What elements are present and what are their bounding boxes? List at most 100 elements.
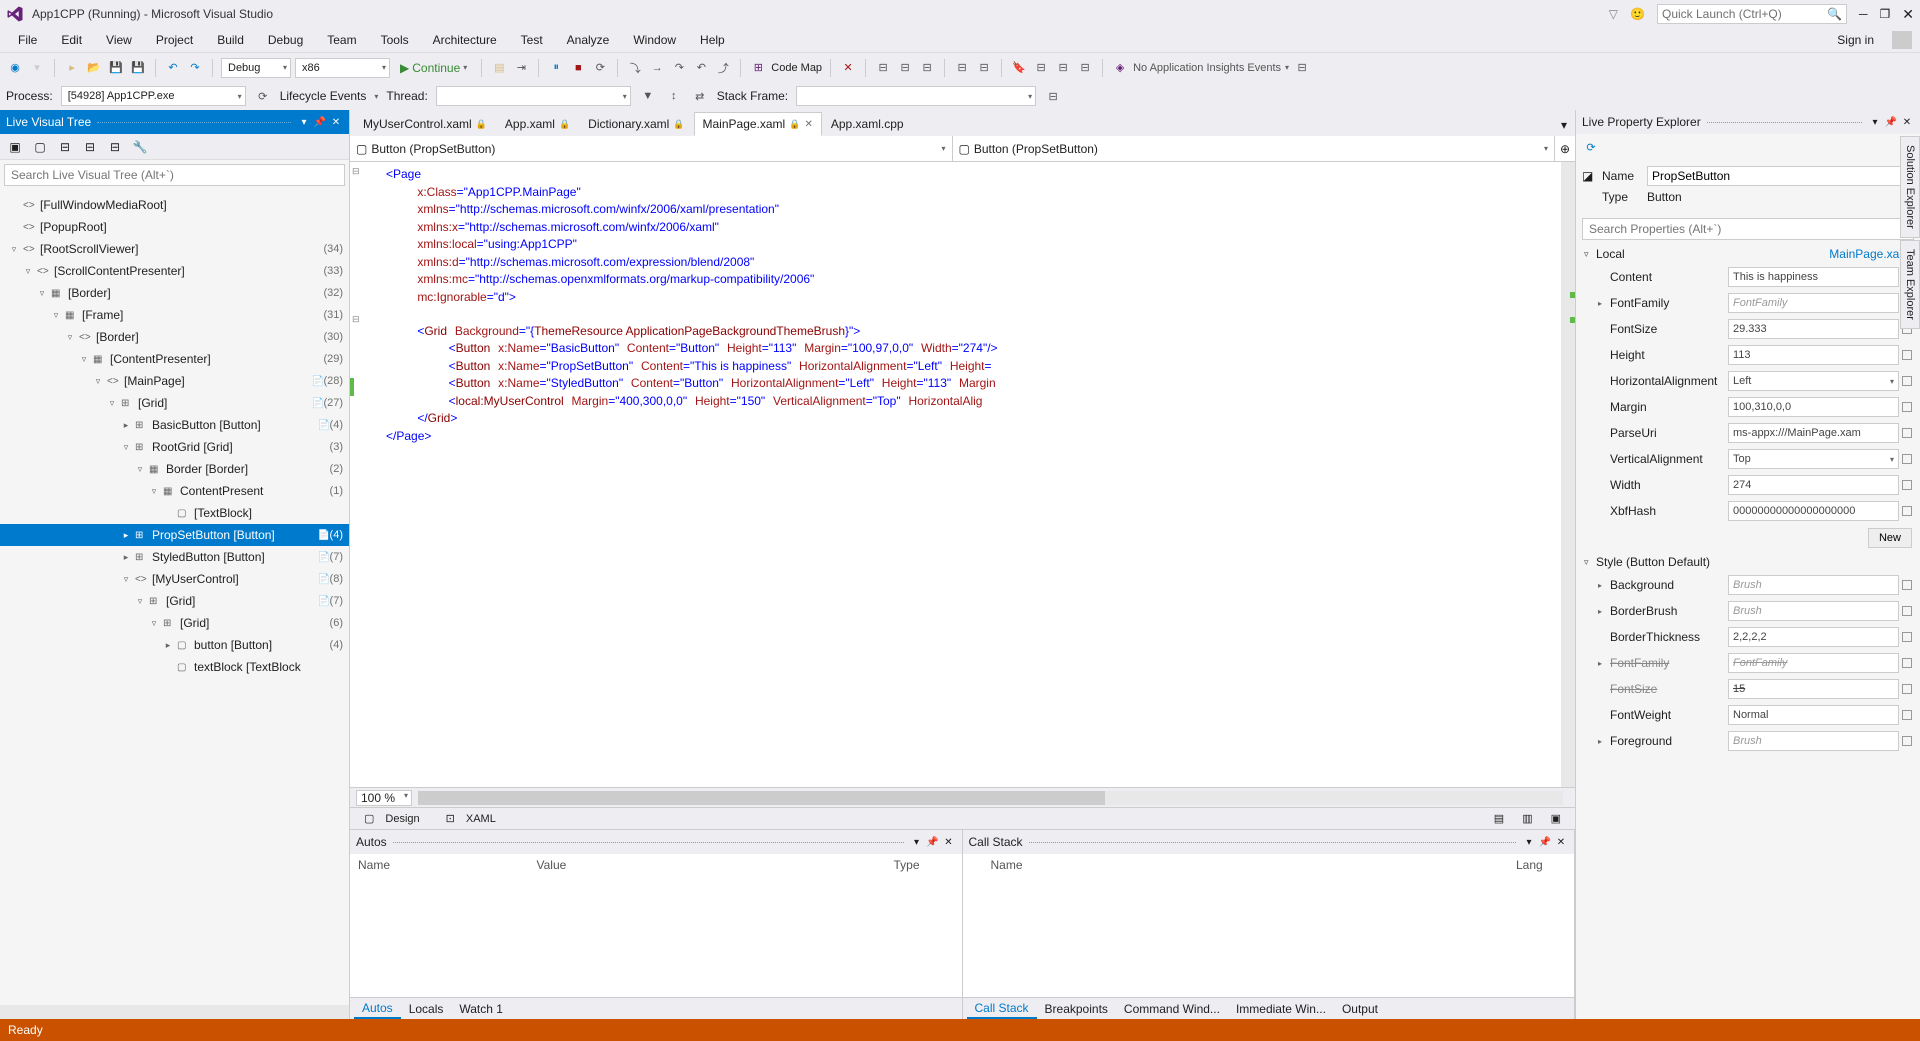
prop-row[interactable]: FontSize15 — [1580, 676, 1916, 702]
pin-icon[interactable]: 📌 — [1538, 835, 1552, 849]
close-panel-icon[interactable]: ✕ — [1554, 835, 1568, 849]
pause2-icon[interactable]: ⇥ — [512, 59, 530, 77]
tree-row[interactable]: ▿⊞RootGrid [Grid](3) — [0, 436, 349, 458]
saveall-icon[interactable]: 💾 — [129, 59, 147, 77]
tree-row[interactable]: ▿<>[ScrollContentPresenter](33) — [0, 260, 349, 282]
insights-label[interactable]: No Application Insights Events — [1133, 62, 1281, 74]
redo-icon[interactable]: ↷ — [186, 59, 204, 77]
tree-row[interactable]: ▸▢button [Button](4) — [0, 634, 349, 656]
tree-row[interactable]: ▿▦ContentPresent(1) — [0, 480, 349, 502]
lpe-properties[interactable]: ▿LocalMainPage.xamlContentThis is happin… — [1576, 244, 1920, 1019]
tree-row[interactable]: <>[FullWindowMediaRoot] — [0, 194, 349, 216]
tree-row[interactable]: ▿<>[MyUserControl]📄(8) — [0, 568, 349, 590]
restore-icon[interactable]: ❐ — [1880, 7, 1891, 21]
t3-icon[interactable]: ⊟ — [918, 59, 936, 77]
cycle-icon[interactable]: ⟳ — [254, 87, 272, 105]
lpe-search-input[interactable] — [1582, 218, 1914, 240]
tree-row[interactable]: ▿<>[RootScrollViewer](34) — [0, 238, 349, 260]
callstack-body[interactable] — [963, 876, 1575, 997]
user-icon[interactable] — [1892, 31, 1912, 49]
t8-icon[interactable]: ⊟ — [1076, 59, 1094, 77]
prop-row[interactable]: ▸FontFamilyFontFamily — [1580, 650, 1916, 676]
codemap-icon[interactable]: ⊞ — [749, 59, 767, 77]
pin-icon[interactable]: 📌 — [1884, 115, 1898, 129]
nav-left-dropdown[interactable]: ▢Button (PropSetButton) — [350, 136, 953, 161]
code-content[interactable]: <Page x:Class="App1CPP.MainPage" xmlns="… — [380, 162, 1561, 787]
h-scrollbar[interactable] — [418, 791, 1563, 805]
editor-tab[interactable]: MyUserControl.xaml🔒 — [354, 112, 496, 136]
autos-header[interactable]: Autos ▾📌✕ — [350, 830, 962, 854]
locals-tab[interactable]: Locals — [401, 1000, 452, 1018]
team-explorer-tab[interactable]: Team Explorer — [1900, 240, 1920, 329]
t7-icon[interactable]: ⊟ — [1054, 59, 1072, 77]
prop-row[interactable]: Height113 — [1580, 342, 1916, 368]
dropdown-icon[interactable]: ▾ — [910, 835, 924, 849]
tf1-icon[interactable]: ▼ — [639, 87, 657, 105]
t6-icon[interactable]: ⊟ — [1032, 59, 1050, 77]
dropdown-icon[interactable]: ▾ — [1868, 115, 1882, 129]
menu-view[interactable]: View — [96, 31, 142, 49]
callstack-header[interactable]: Call Stack ▾📌✕ — [963, 830, 1575, 854]
config-dropdown[interactable]: Debug — [221, 58, 291, 78]
prop-row[interactable]: ParseUrims-appx:///MainPage.xam — [1580, 420, 1916, 446]
tree-row[interactable]: ▿⊞[Grid](6) — [0, 612, 349, 634]
insights-icon[interactable]: ◈ — [1111, 59, 1129, 77]
quick-launch-input[interactable]: Quick Launch (Ctrl+Q)🔍 — [1657, 4, 1847, 24]
lvt-search-input[interactable] — [4, 164, 345, 186]
lifecycle-label[interactable]: Lifecycle Events — [280, 89, 367, 103]
prop-row[interactable]: ▸BackgroundBrush — [1580, 572, 1916, 598]
lvt-tree[interactable]: <>[FullWindowMediaRoot]<>[PopupRoot]▿<>[… — [0, 190, 349, 1005]
editor-tab[interactable]: MainPage.xaml🔒✕ — [694, 112, 822, 136]
breakpoints-tab[interactable]: Breakpoints — [1037, 1000, 1116, 1018]
watch-tab[interactable]: Watch 1 — [451, 1000, 511, 1018]
tree-row[interactable]: ▿⊞[Grid]📄(7) — [0, 590, 349, 612]
menu-debug[interactable]: Debug — [258, 31, 313, 49]
stack-dropdown[interactable] — [796, 86, 1036, 106]
tree-row[interactable]: ▸⊞BasicButton [Button]📄(4) — [0, 414, 349, 436]
menu-tools[interactable]: Tools — [371, 31, 419, 49]
t4-icon[interactable]: ⊟ — [953, 59, 971, 77]
menu-analyze[interactable]: Analyze — [557, 31, 620, 49]
dropdown-icon[interactable]: ▾ — [297, 115, 311, 129]
prop-row[interactable]: XbfHash00000000000000000000 — [1580, 498, 1916, 524]
lpe-header[interactable]: Live Property Explorer ▾📌✕ — [1576, 110, 1920, 134]
lvt-tool2-icon[interactable]: ▢ — [29, 137, 51, 157]
stop-icon[interactable]: ■ — [569, 59, 587, 77]
tree-row[interactable]: ▿⊞[Grid]📄(27) — [0, 392, 349, 414]
command-tab[interactable]: Command Wind... — [1116, 1000, 1228, 1018]
step-out-icon[interactable]: ↶ — [692, 59, 710, 77]
next-stmt-icon[interactable]: ⤵ — [626, 59, 644, 77]
split-icon[interactable]: ⊕ — [1555, 136, 1575, 161]
t9-icon[interactable]: ⊟ — [1293, 59, 1311, 77]
editor-tab[interactable]: Dictionary.xaml🔒 — [579, 112, 693, 136]
tf2-icon[interactable]: ↕ — [665, 87, 683, 105]
menu-help[interactable]: Help — [690, 31, 735, 49]
menu-build[interactable]: Build — [207, 31, 254, 49]
menu-window[interactable]: Window — [623, 31, 686, 49]
prop-row[interactable]: Margin100,310,0,0 — [1580, 394, 1916, 420]
pin-icon[interactable]: 📌 — [313, 115, 327, 129]
refresh-icon[interactable]: ⟳ — [1582, 138, 1600, 156]
tree-row[interactable]: ▢textBlock [TextBlock — [0, 656, 349, 678]
close-panel-icon[interactable]: ✕ — [1900, 115, 1914, 129]
lvt-tool3-icon[interactable]: ⊟ — [54, 137, 76, 157]
close-panel-icon[interactable]: ✕ — [329, 115, 343, 129]
design-tab[interactable]: ▢ Design — [356, 809, 436, 829]
step-icon[interactable]: ⤴ — [714, 59, 732, 77]
prop-row[interactable]: ▸FontFamilyFontFamily — [1580, 290, 1916, 316]
minimize-icon[interactable]: ─ — [1859, 7, 1868, 21]
tree-row[interactable]: <>[PopupRoot] — [0, 216, 349, 238]
notification-icon[interactable]: ▽ — [1609, 7, 1618, 21]
prop-row[interactable]: FontSize29.333 — [1580, 316, 1916, 342]
x-icon[interactable]: ✕ — [839, 59, 857, 77]
t5-icon[interactable]: ⊟ — [975, 59, 993, 77]
step-over-icon[interactable]: ↷ — [670, 59, 688, 77]
bookmark-icon[interactable]: 🔖 — [1010, 59, 1028, 77]
prop-row[interactable]: ▸ForegroundBrush — [1580, 728, 1916, 754]
tf4-icon[interactable]: ⊟ — [1044, 87, 1062, 105]
prop-group[interactable]: ▿Style (Button Default) — [1580, 552, 1916, 572]
menu-team[interactable]: Team — [317, 31, 366, 49]
scroll-strip[interactable] — [1561, 162, 1575, 787]
autos-body[interactable] — [350, 876, 962, 997]
split-v-icon[interactable]: ▥ — [1514, 810, 1540, 827]
